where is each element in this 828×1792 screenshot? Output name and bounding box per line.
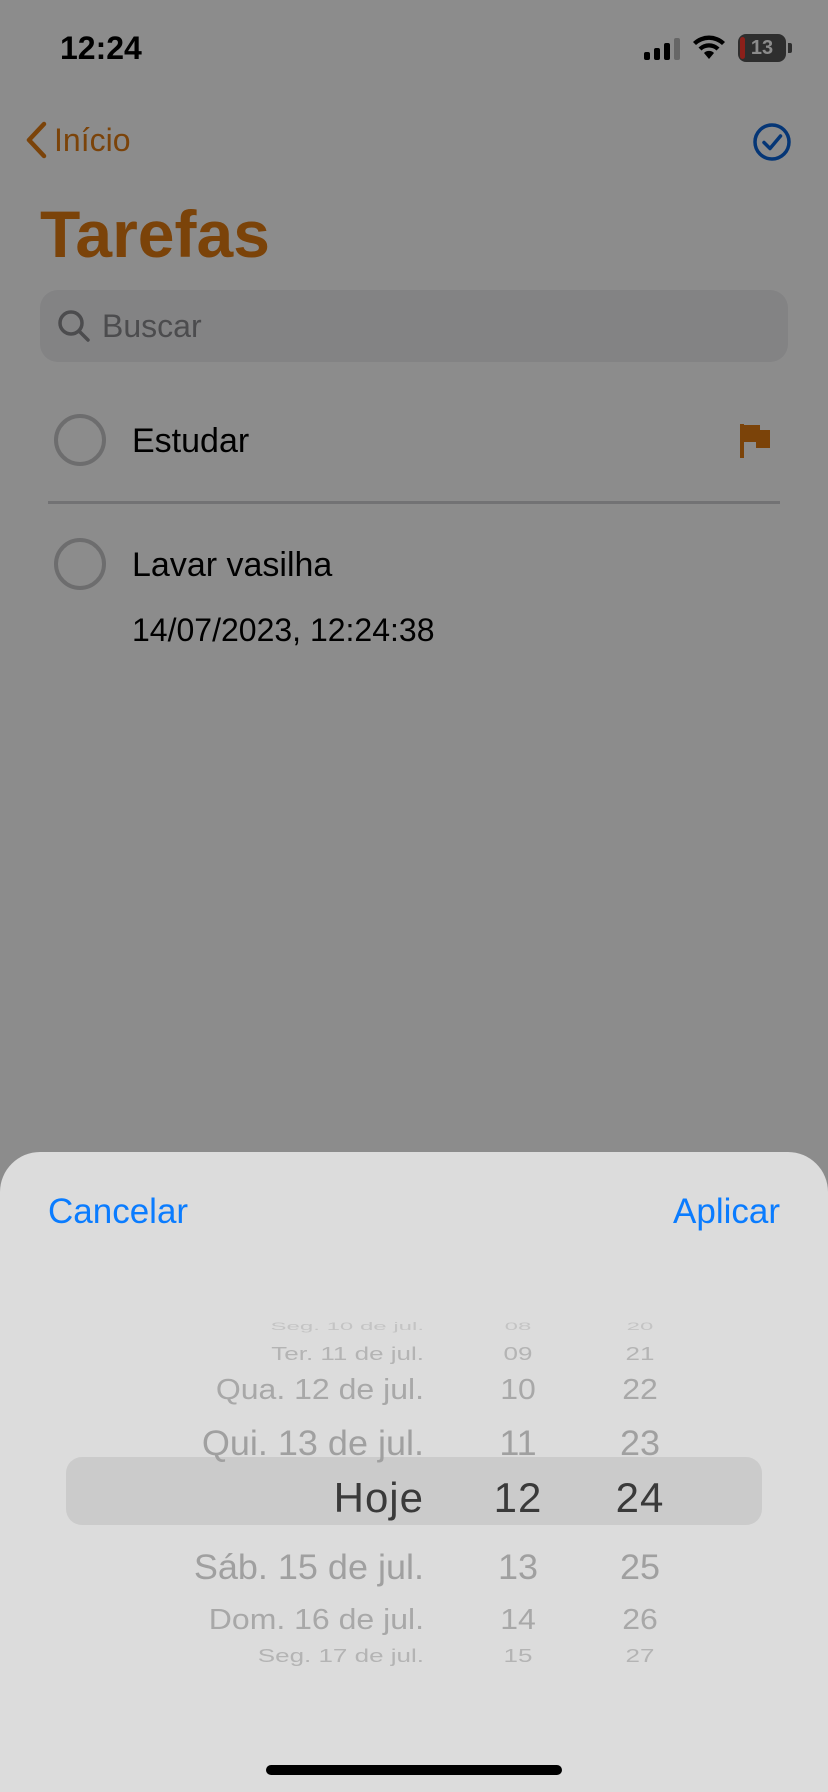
date-picker-sheet: Cancelar Aplicar Seg. 10 de jul. 08 20 Ter.… (0, 1152, 828, 1792)
picker-row-selected[interactable]: Hoje 12 24 (0, 1474, 828, 1534)
picker-hour-value: 14 (500, 1603, 536, 1636)
picker-row[interactable]: Sáb. 15 de jul. 13 25 (0, 1547, 828, 1605)
picker-hour-value: 13 (497, 1546, 539, 1587)
picker-minute-value: 27 (625, 1645, 655, 1666)
picker-row[interactable]: Qua. 12 de jul. 10 22 (0, 1373, 828, 1427)
picker-hour-value: 10 (500, 1373, 536, 1406)
picker-minute-value: 20 (626, 1320, 654, 1333)
picker-minute-value: 24 (615, 1474, 665, 1521)
picker-hour-value: 08 (504, 1320, 532, 1333)
picker-day-value: Qua. 12 de jul. (215, 1373, 424, 1406)
picker-minute-value: 22 (622, 1373, 658, 1406)
cancel-button[interactable]: Cancelar (48, 1192, 188, 1232)
picker-minute-value: 25 (619, 1546, 661, 1587)
picker-day-value: Seg. 10 de jul. (270, 1320, 424, 1333)
picker-hour-value: 12 (493, 1474, 543, 1521)
apply-button[interactable]: Aplicar (673, 1192, 780, 1232)
home-indicator (266, 1765, 562, 1775)
picker-minute-value: 21 (625, 1343, 655, 1364)
picker-hour-value: 11 (499, 1422, 537, 1463)
picker-row[interactable]: Seg. 17 de jul. 15 27 (0, 1645, 828, 1668)
picker-minute-value: 23 (619, 1422, 661, 1463)
picker-minute-value: 26 (622, 1603, 658, 1636)
picker-day-value: Qui. 13 de jul. (201, 1422, 424, 1463)
picker-hour-value: 09 (503, 1343, 533, 1364)
picker-day-value: Sáb. 15 de jul. (193, 1546, 424, 1587)
picker-day-value: Ter. 11 de jul. (271, 1343, 424, 1364)
picker-day-value: Hoje (333, 1474, 424, 1521)
picker-hour-value: 15 (503, 1645, 533, 1666)
date-time-wheel-picker[interactable]: Seg. 10 de jul. 08 20 Ter. 11 de jul. 09 21 Qu… (0, 1308, 828, 1668)
picker-day-value: Dom. 16 de jul. (208, 1603, 424, 1636)
picker-row[interactable]: Qui. 13 de jul. 11 23 (0, 1423, 828, 1481)
picker-day-value: Seg. 17 de jul. (257, 1645, 424, 1666)
